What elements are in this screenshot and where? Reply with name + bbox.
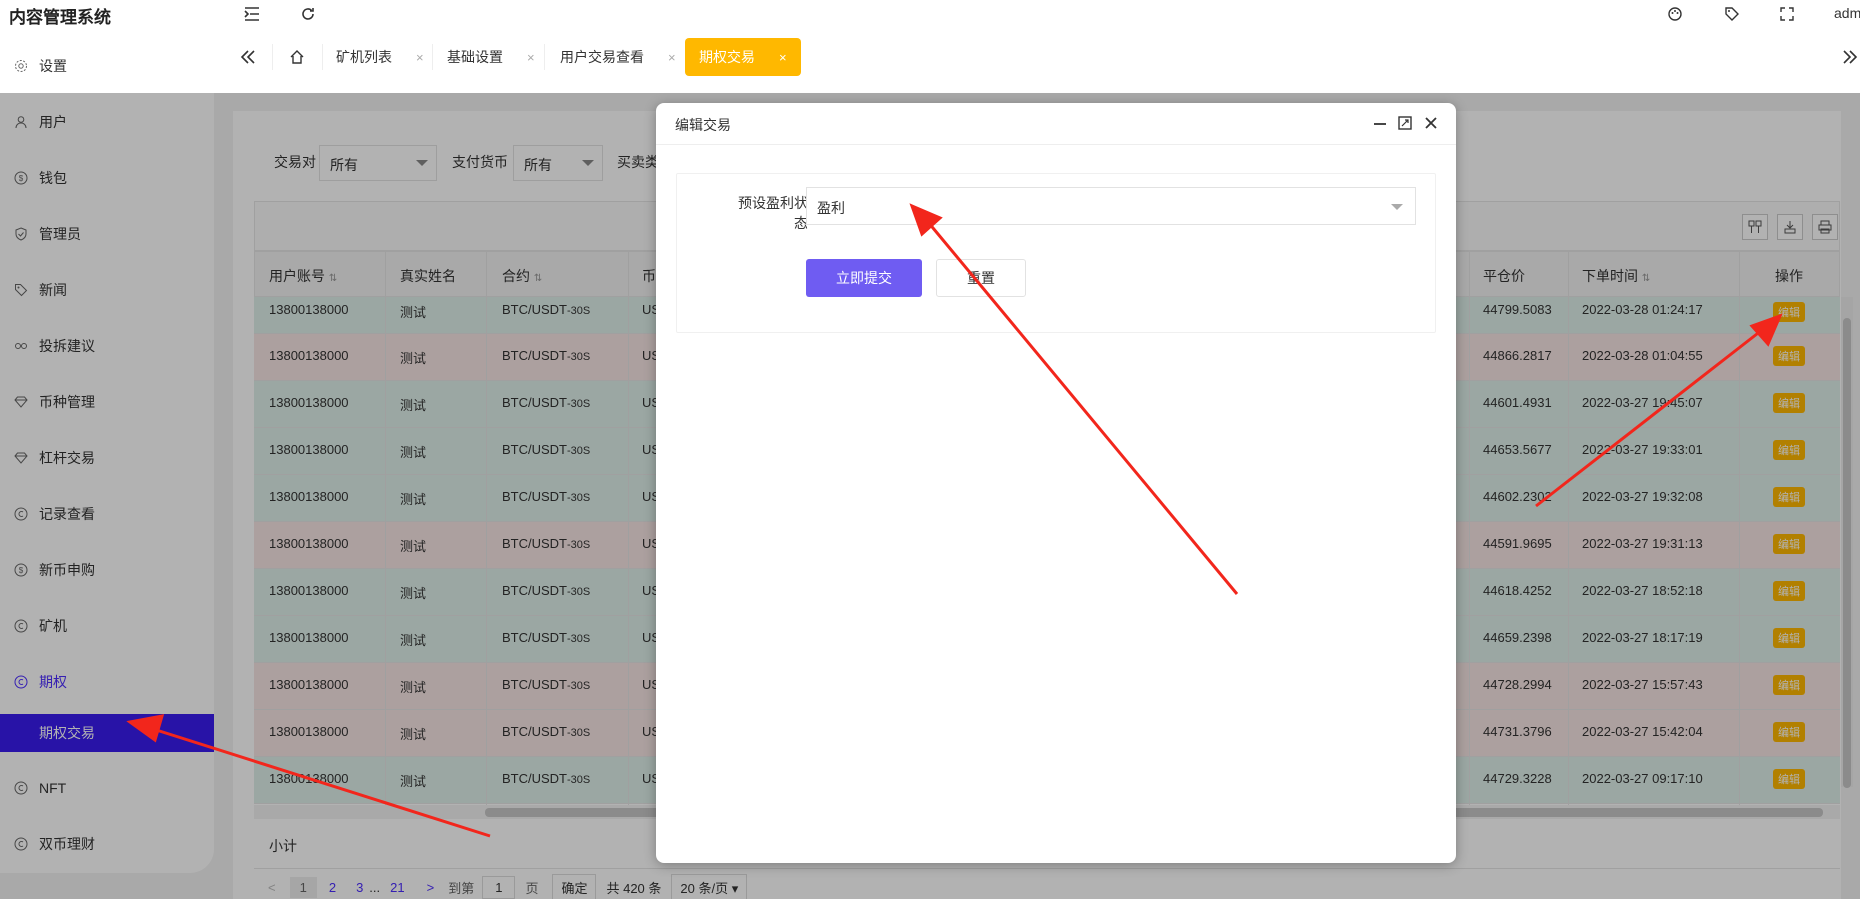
tab-user-trade-view[interactable]: 用户交易查看 × bbox=[560, 38, 676, 76]
tabs-scroll-right-icon[interactable] bbox=[1840, 47, 1860, 67]
fullscreen-icon[interactable] bbox=[1777, 4, 1797, 24]
tab-label: 矿机列表 bbox=[336, 49, 392, 65]
tab-option-trade[interactable]: 期权交易 × bbox=[685, 38, 801, 76]
close-icon[interactable]: × bbox=[668, 50, 676, 65]
palette-icon[interactable] bbox=[1665, 4, 1685, 24]
dialog-header: 编辑交易 bbox=[656, 103, 1456, 145]
close-icon[interactable]: × bbox=[779, 50, 787, 65]
preset-profit-status-select[interactable]: 盈利 bbox=[806, 187, 1416, 225]
close-icon[interactable]: × bbox=[416, 50, 424, 65]
app-title: 内容管理系统 bbox=[9, 8, 111, 27]
edit-trade-dialog: 编辑交易 预设盈利状态 盈利 立即提交 重置 bbox=[656, 103, 1456, 863]
maximize-icon[interactable] bbox=[1396, 114, 1414, 132]
reset-button[interactable]: 重置 bbox=[936, 259, 1026, 297]
submit-button[interactable]: 立即提交 bbox=[806, 259, 922, 297]
top-bar: 内容管理系统 adm bbox=[0, 0, 1860, 30]
dialog-title: 编辑交易 bbox=[675, 117, 731, 133]
tab-label: 期权交易 bbox=[699, 49, 755, 65]
sidebar-item-label: 设置 bbox=[39, 58, 67, 74]
close-icon[interactable] bbox=[1422, 114, 1440, 132]
tab-label: 基础设置 bbox=[447, 49, 503, 65]
tabs-scroll-left-icon[interactable] bbox=[238, 47, 258, 67]
preset-profit-status-label: 预设盈利状态 bbox=[738, 195, 808, 231]
tab-label: 用户交易查看 bbox=[560, 49, 644, 65]
tab-miner-list[interactable]: 矿机列表 × bbox=[336, 38, 424, 76]
gear-icon bbox=[14, 59, 28, 73]
tab-bar bbox=[0, 30, 1860, 93]
refresh-icon[interactable] bbox=[298, 4, 318, 24]
minimize-icon[interactable] bbox=[1371, 114, 1389, 132]
tab-basic-settings[interactable]: 基础设置 × bbox=[447, 38, 535, 76]
home-icon[interactable] bbox=[287, 47, 307, 67]
user-name[interactable]: adm bbox=[1834, 5, 1860, 21]
menu-collapse-icon[interactable] bbox=[242, 4, 262, 24]
close-icon[interactable]: × bbox=[527, 50, 535, 65]
chevron-down-icon bbox=[1391, 204, 1403, 210]
tag-icon[interactable] bbox=[1722, 4, 1742, 24]
sidebar-item-0[interactable]: 设置 bbox=[0, 46, 214, 86]
preset-profit-status-value: 盈利 bbox=[817, 200, 845, 216]
